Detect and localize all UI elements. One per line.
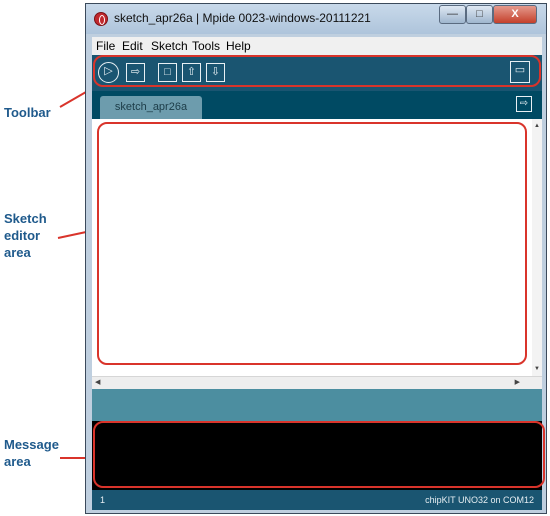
toolbar-annotation: Toolbar (4, 105, 51, 120)
sketch-editor[interactable] (92, 119, 532, 376)
menu-help[interactable]: Help (226, 39, 251, 53)
line-number: 1 (100, 495, 106, 505)
horizontal-scrollbar[interactable]: ◀ ▶ (92, 376, 542, 389)
scroll-right-icon[interactable]: ▶ (515, 377, 520, 389)
menu-tools[interactable]: Tools (192, 39, 220, 53)
close-button[interactable]: X (493, 5, 537, 24)
new-icon[interactable]: □ (158, 63, 177, 82)
menu-sketch[interactable]: Sketch (151, 39, 188, 53)
message-area-annotation: Message area (4, 437, 59, 469)
tab-menu-icon[interactable]: ⇨ (516, 96, 532, 112)
serial-monitor-icon[interactable]: ▭ (510, 61, 530, 83)
sketch-editor-annotation: Sketch editor area (4, 211, 47, 260)
window-title: sketch_apr26a | Mpide 0023-windows-20111… (114, 11, 371, 25)
scroll-up-icon[interactable]: ▲ (532, 121, 542, 131)
save-icon[interactable]: ⇩ (206, 63, 225, 82)
scroll-down-icon[interactable]: ▼ (532, 364, 542, 374)
scroll-left-icon[interactable]: ◀ (95, 377, 100, 389)
tab-bar: sketch_apr26a ⇨ (92, 91, 542, 119)
maximize-button[interactable]: □ (466, 5, 493, 24)
title-bar[interactable]: sketch_apr26a | Mpide 0023-windows-20111… (86, 4, 546, 34)
editor-console-divider[interactable] (92, 389, 542, 421)
menu-file[interactable]: File (96, 39, 115, 53)
menu-edit[interactable]: Edit (122, 39, 143, 53)
app-logo-icon (94, 12, 108, 26)
menu-bar: File Edit Sketch Tools Help (92, 37, 542, 55)
toolbar: ▷ ⇨ □ ⇧ ⇩ ▭ (92, 55, 542, 91)
verify-icon[interactable]: ▷ (98, 62, 119, 83)
open-icon[interactable]: ⇧ (182, 63, 201, 82)
message-console (92, 421, 542, 490)
vertical-scrollbar[interactable]: ▲ ▼ (532, 119, 542, 376)
board-port-status: chipKIT UNO32 on COM12 (425, 495, 534, 505)
status-bar: 1 chipKIT UNO32 on COM12 (92, 490, 542, 510)
upload-icon[interactable]: ⇨ (126, 63, 145, 82)
minimize-button[interactable]: — (439, 5, 466, 24)
tab-sketch[interactable]: sketch_apr26a (100, 96, 202, 119)
mpide-window: sketch_apr26a | Mpide 0023-windows-20111… (85, 3, 547, 514)
